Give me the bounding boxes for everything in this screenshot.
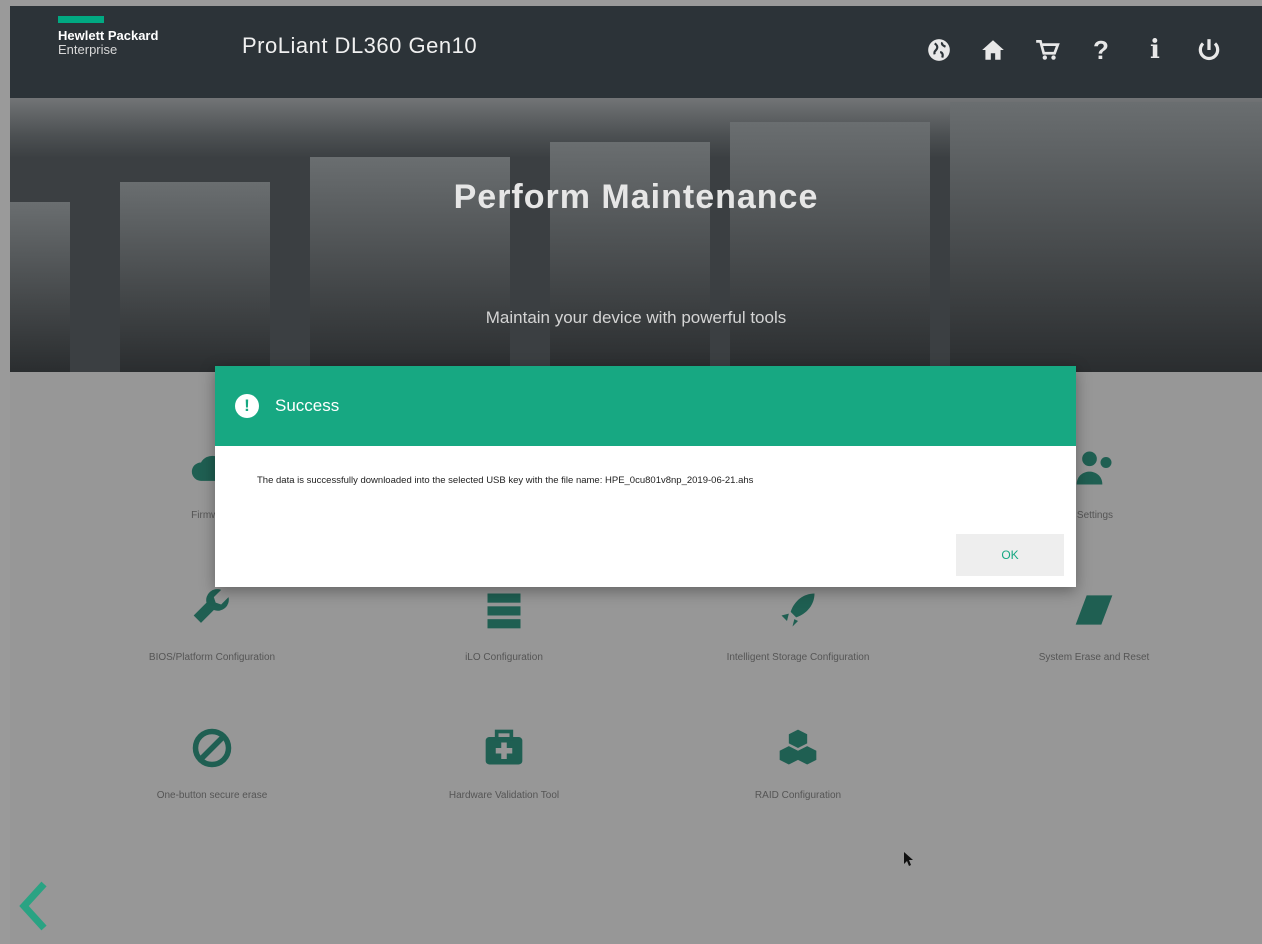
info-glyph: i (1150, 35, 1160, 65)
cubes-icon (678, 718, 918, 778)
tile-bios-platform[interactable]: BIOS/Platform Configuration (92, 580, 332, 663)
wrench-icon (92, 580, 332, 640)
tile-one-button-secure-erase[interactable]: One-button secure erase (92, 718, 332, 801)
page-title: Perform Maintenance (453, 178, 819, 216)
back-chevron-icon[interactable] (14, 878, 54, 934)
mouse-cursor-icon (904, 852, 914, 866)
rocket-icon (678, 580, 918, 640)
server-rack (10, 202, 70, 372)
brand-line-2: Enterprise (58, 42, 118, 57)
tile-raid-configuration[interactable]: RAID Configuration (678, 718, 918, 801)
home-icon[interactable] (966, 30, 1020, 70)
server-rack (550, 142, 710, 372)
dialog-title: Success (275, 396, 340, 415)
product-name: ProLiant DL360 Gen10 (242, 33, 478, 58)
page-subtitle: Maintain your device with powerful tools (485, 308, 787, 327)
server-rack (950, 102, 1262, 372)
tile-label: Hardware Validation Tool (448, 790, 560, 801)
help-glyph: ? (1093, 34, 1109, 65)
tile-label: Intelligent Storage Configuration (726, 652, 870, 663)
tile-label: BIOS/Platform Configuration (148, 652, 276, 663)
hpe-logo: Hewlett Packard Enterprise (58, 16, 158, 57)
alert-icon: ! (235, 394, 259, 418)
tile-label: One-button secure erase (156, 790, 268, 801)
tile-ilo[interactable]: iLO Configuration (384, 580, 624, 663)
brand-line-1: Hewlett Packard (58, 28, 159, 43)
tile-system-erase[interactable]: System Erase and Reset (974, 580, 1214, 663)
top-bar: Hewlett Packard Enterprise ProLiant DL36… (10, 6, 1262, 98)
tile-intelligent-storage[interactable]: Intelligent Storage Configuration (678, 580, 918, 663)
server-rack (730, 122, 930, 372)
help-icon[interactable]: ? (1074, 30, 1128, 70)
prohibited-icon (92, 718, 332, 778)
logo-element-bar (58, 16, 104, 23)
tile-label: System Erase and Reset (1038, 652, 1150, 663)
globe-icon[interactable] (912, 30, 966, 70)
hero-banner: Perform Maintenance Maintain your device… (10, 98, 1262, 372)
header-nav: ? i (912, 30, 1236, 70)
power-icon[interactable] (1182, 30, 1236, 70)
dialog-message: The data is successfully downloaded into… (257, 475, 754, 486)
tile-label: RAID Configuration (754, 790, 842, 801)
ok-button[interactable]: OK (956, 534, 1064, 576)
cart-icon[interactable] (1020, 30, 1074, 70)
info-icon[interactable]: i (1128, 30, 1182, 70)
medkit-icon (384, 718, 624, 778)
success-dialog: ! Success The data is successfully downl… (215, 366, 1076, 587)
tile-label: iLO Configuration (465, 652, 543, 663)
tile-hardware-validation[interactable]: Hardware Validation Tool (384, 718, 624, 801)
dialog-header: ! Success (215, 366, 1076, 446)
eraser-icon (974, 580, 1214, 640)
server-icon (384, 580, 624, 640)
